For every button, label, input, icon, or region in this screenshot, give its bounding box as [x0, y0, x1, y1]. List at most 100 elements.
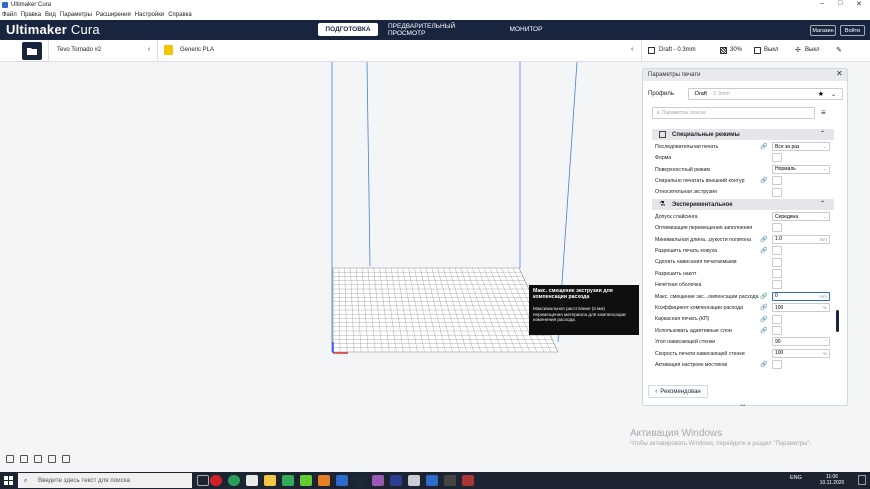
support-icon — [754, 47, 761, 54]
print-profile-selector[interactable]: Draft - 0.3mm — [659, 47, 696, 53]
setting-checkbox[interactable] — [772, 187, 782, 197]
store-icon[interactable] — [246, 475, 258, 486]
edge-icon[interactable] — [228, 475, 240, 486]
setting-checkbox[interactable] — [772, 153, 782, 163]
maximize-icon[interactable]: □ — [838, 0, 842, 7]
setting-checkbox[interactable] — [772, 176, 782, 186]
stage-monitor-tab[interactable]: МОНИТОР — [500, 23, 552, 36]
tooltip-title: Макс. смещение экструзии для компенсации… — [533, 288, 613, 300]
menu-parameters[interactable]: Параметры — [60, 12, 92, 18]
task-view-icon[interactable] — [197, 475, 209, 486]
menu-edit[interactable]: Правка — [21, 12, 41, 18]
settings-scrollbar[interactable] — [836, 310, 839, 332]
app-icon-6[interactable] — [444, 475, 456, 486]
profile-dropdown[interactable]: Draft - 0.3mm ★ ⌄ — [688, 88, 843, 100]
close-icon[interactable]: ✕ — [856, 0, 862, 8]
windows-start-icon[interactable] — [4, 476, 13, 485]
menu-file[interactable]: Файл — [2, 12, 17, 18]
tooltip-description: Максимальное расстояние (в мм) перемещен… — [533, 306, 626, 322]
setting-checkbox[interactable] — [772, 326, 782, 335]
photoshop-icon[interactable] — [390, 475, 402, 486]
view-top-icon[interactable] — [34, 455, 42, 463]
steam-icon[interactable] — [354, 475, 366, 486]
setting-input[interactable]: 0 mm — [772, 291, 830, 301]
file-explorer-icon[interactable] — [264, 475, 276, 486]
setting-input[interactable]: 100% — [772, 348, 830, 358]
setting-input[interactable]: 90 ° — [772, 337, 830, 347]
menu-view[interactable]: Вид — [45, 12, 56, 18]
opera-icon[interactable] — [210, 475, 222, 486]
settings-search-input[interactable]: ⌕ Параметры поиска — [652, 107, 815, 119]
view-3d-icon[interactable] — [6, 455, 14, 463]
app-icon-5[interactable] — [408, 475, 420, 486]
category-experimental[interactable]: Экспериментальное — [652, 199, 834, 210]
infill-value[interactable]: 30% — [730, 47, 742, 53]
app-icon-7[interactable] — [462, 475, 474, 486]
taskbar-clock[interactable]: 11:06 10.11.2020 — [812, 474, 852, 486]
notifications-icon[interactable] — [858, 475, 866, 485]
setting-row: Активация настроек мостиков — [655, 359, 833, 371]
star-icon[interactable]: ★ — [818, 90, 824, 98]
window-title: Ultimaker Cura — [11, 2, 52, 8]
setting-label: Оптимизация перемещения заполнения — [655, 225, 753, 232]
panel-resize-handle[interactable]: ••• — [740, 403, 745, 409]
setting-checkbox[interactable] — [772, 269, 782, 278]
nvidia-icon[interactable] — [300, 475, 312, 486]
app-icon-4[interactable] — [372, 475, 384, 486]
app-icon-3[interactable] — [336, 475, 348, 486]
setting-row: Каркасная печать (КП) — [655, 314, 833, 326]
folder-icon — [27, 48, 37, 55]
signin-button[interactable]: Войти — [840, 25, 865, 36]
setting-input[interactable]: 1.0 mm — [772, 234, 830, 244]
support-value[interactable]: Выкл — [764, 47, 779, 53]
setting-checkbox[interactable] — [772, 246, 782, 256]
chevron-left-icon[interactable]: ‹ — [631, 46, 633, 53]
setting-tooltip: Макс. смещение экструзии для компенсации… — [529, 285, 639, 335]
windows-activation-watermark: Активация Windows Чтобы активировать Win… — [630, 428, 811, 447]
cura-taskbar-icon[interactable] — [426, 475, 438, 486]
profile-icon — [648, 47, 655, 54]
recommended-mode-button[interactable]: ‹ Рекомендован — [648, 385, 708, 398]
menu-extensions[interactable]: Расширения — [96, 12, 131, 18]
setting-dropdown[interactable]: Середина ⌄ — [772, 212, 830, 221]
stage-preview-tab[interactable]: ПРЕДВАРИТЕЛЬНЫЙ ПРОСМОТР — [388, 23, 490, 37]
setting-checkbox[interactable] — [772, 223, 782, 233]
setting-value: Середина — [775, 213, 799, 220]
setting-value: 0 — [775, 293, 778, 300]
material-spool-icon — [164, 45, 173, 55]
setting-input[interactable]: 100% — [772, 303, 830, 313]
setting-dropdown[interactable]: Все за раз ⌄ — [772, 142, 830, 151]
setting-unit: mm — [819, 236, 828, 242]
app-icon-2[interactable] — [318, 475, 330, 486]
setting-label: Активация настроек мостиков — [655, 361, 728, 368]
stage-prepare-tab[interactable]: ПОДГОТОВКА — [318, 23, 378, 36]
view-front-icon[interactable] — [20, 455, 28, 463]
printer-selector[interactable]: Tevo Tornado #2 — [57, 47, 101, 53]
app-icon-1[interactable] — [282, 475, 294, 486]
minimize-icon[interactable]: – — [820, 0, 824, 7]
setting-checkbox[interactable] — [772, 257, 782, 267]
setting-checkbox[interactable] — [772, 280, 782, 290]
edit-pencil-icon[interactable]: ✎ — [836, 46, 842, 54]
settings-menu-icon[interactable]: ≡ — [821, 108, 826, 117]
menu-settings[interactable]: Настройки — [135, 12, 164, 18]
menu-help[interactable]: Справка — [168, 12, 192, 18]
setting-label: Сделать нависания печатаемыми — [655, 259, 737, 266]
setting-checkbox[interactable] — [772, 314, 782, 324]
taskbar-search-input[interactable]: ⌕ Введите здесь текст для поиска — [18, 473, 192, 488]
setting-dropdown[interactable]: Нормаль ⌄ — [772, 164, 830, 174]
view-right-icon[interactable] — [62, 455, 70, 463]
chevron-left-icon[interactable]: ‹ — [148, 46, 150, 53]
setting-row: Использовать адаптивные слои — [655, 325, 833, 337]
language-indicator[interactable]: ENG — [790, 475, 802, 481]
setting-checkbox[interactable] — [772, 360, 782, 370]
close-panel-icon[interactable]: ✕ — [836, 69, 843, 78]
chevron-down-icon: ⌄ — [823, 166, 827, 172]
material-selector[interactable]: Generic PLA — [180, 47, 214, 53]
category-special-modes[interactable]: Специальные режимы — [652, 129, 834, 140]
view-left-icon[interactable] — [48, 455, 56, 463]
marketplace-button[interactable]: Магазин — [810, 25, 836, 36]
flask-icon: ⚗ — [659, 201, 666, 208]
adhesion-value[interactable]: Выкл — [805, 47, 820, 53]
open-file-button[interactable] — [22, 42, 42, 60]
